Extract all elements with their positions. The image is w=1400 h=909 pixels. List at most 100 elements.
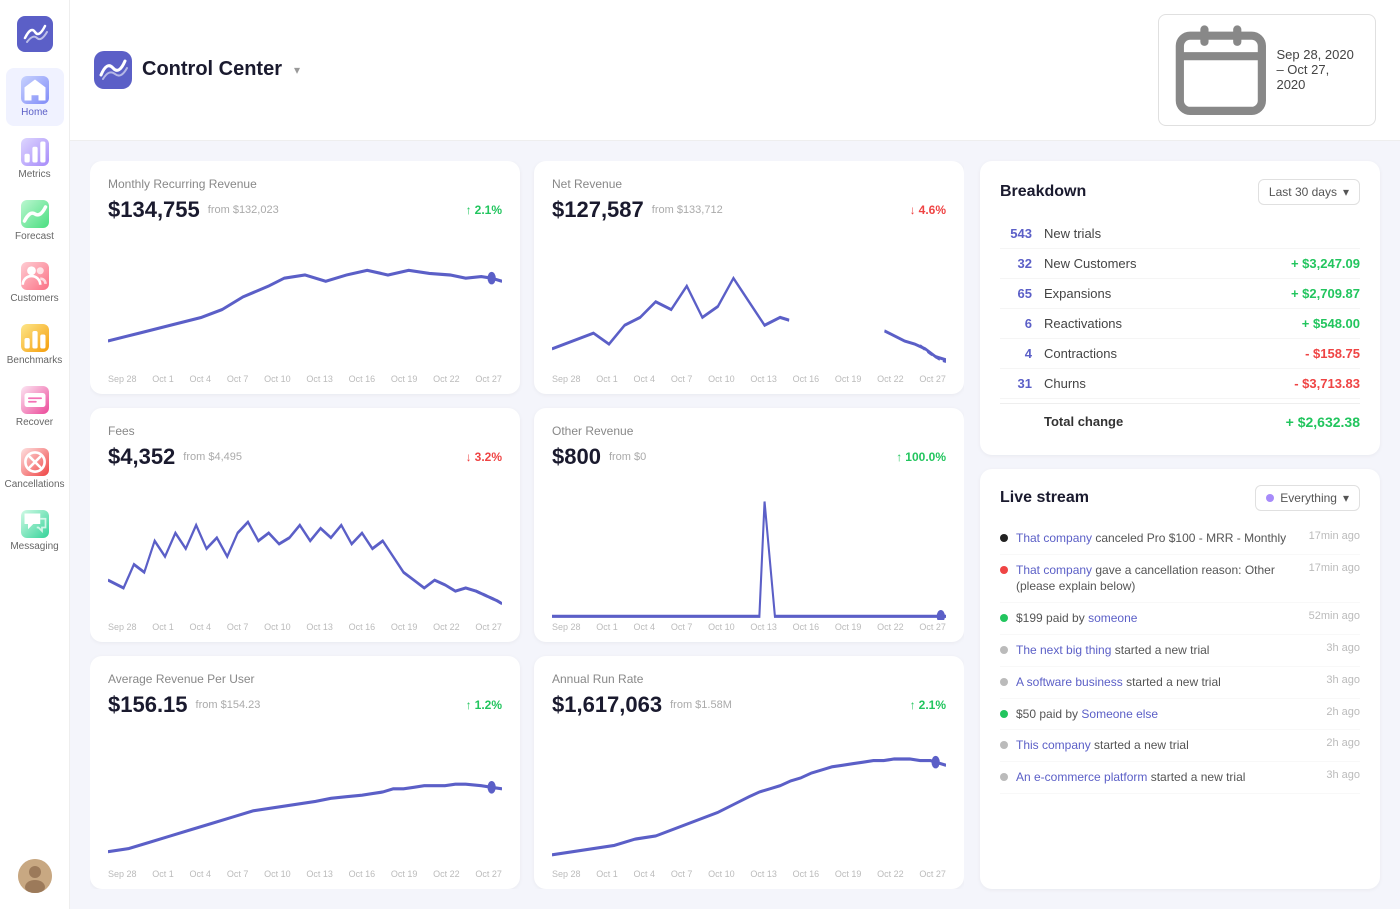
sidebar-item-customers-label: Customers [10, 293, 58, 304]
app-logo[interactable] [17, 16, 53, 52]
stream-text: An e-commerce platform started a new tri… [1016, 769, 1318, 786]
list-item: An e-commerce platform started a new tri… [1000, 762, 1360, 794]
arpu-badge: ↑ 1.2% [466, 698, 502, 712]
stream-text: A software business started a new trial [1016, 674, 1318, 691]
arpu-up-arrow-icon: ↑ [466, 698, 472, 712]
header-left: Control Center ▾ [94, 51, 300, 89]
list-item: A software business started a new trial … [1000, 667, 1360, 699]
stream-dot-icon [1000, 773, 1008, 781]
list-item: This company started a new trial 2h ago [1000, 730, 1360, 762]
net-revenue-value-row: $127,587 from $133,712 ↓ 4.6% [552, 197, 946, 223]
reactivations-label: Reactivations [1044, 316, 1302, 331]
livestream-filter-button[interactable]: Everything ▾ [1255, 485, 1360, 511]
mrr-badge: ↑ 2.1% [466, 203, 502, 217]
mrr-value-row: $134,755 from $132,023 ↑ 2.1% [108, 197, 502, 223]
sidebar-item-metrics[interactable]: Metrics [6, 130, 64, 188]
arpu-card: Average Revenue Per User $156.15 from $1… [90, 656, 520, 889]
livestream-card: Live stream Everything ▾ That company ca… [980, 469, 1380, 889]
arpu-from: from $154.23 [196, 699, 261, 711]
sidebar-item-benchmarks[interactable]: Benchmarks [6, 316, 64, 374]
fees-value-row: $4,352 from $4,495 ↓ 3.2% [108, 444, 502, 470]
fees-down-arrow-icon: ↓ [466, 450, 472, 464]
breakdown-period-select[interactable]: Last 30 days ▾ [1258, 179, 1360, 205]
date-range-text: Sep 28, 2020 – Oct 27, 2020 [1276, 47, 1361, 92]
arr-card: Annual Run Rate $1,617,063 from $1.58M ↑… [534, 656, 964, 889]
arr-dates: Sep 28Oct 1Oct 4Oct 7Oct 10Oct 13Oct 16O… [552, 869, 946, 879]
fees-card: Fees $4,352 from $4,495 ↓ 3.2% [90, 408, 520, 641]
stream-time: 3h ago [1326, 674, 1360, 686]
net-revenue-chart [552, 231, 946, 372]
stream-time: 3h ago [1326, 642, 1360, 654]
net-revenue-value: $127,587 [552, 197, 644, 223]
sidebar-item-home-label: Home [21, 107, 48, 118]
stream-text: This company started a new trial [1016, 737, 1318, 754]
sidebar-item-cancellations[interactable]: Cancellations [6, 440, 64, 498]
arpu-value: $156.15 [108, 692, 188, 718]
churns-count: 31 [1000, 376, 1032, 391]
other-revenue-from: from $0 [609, 451, 646, 463]
other-revenue-card: Other Revenue $800 from $0 ↑ 100.0% [534, 408, 964, 641]
breakdown-row-expansions: 65 Expansions + $2,709.87 [1000, 279, 1360, 309]
breakdown-row-reactivations: 6 Reactivations + $548.00 [1000, 309, 1360, 339]
sidebar-item-recover-label: Recover [16, 417, 53, 428]
stream-dot-icon [1000, 710, 1008, 718]
header-logo [94, 51, 132, 89]
sidebar-item-forecast[interactable]: Forecast [6, 192, 64, 250]
net-revenue-dates: Sep 28Oct 1Oct 4Oct 7Oct 10Oct 13Oct 16O… [552, 374, 946, 384]
user-avatar[interactable] [18, 859, 52, 893]
total-amount: + $2,632.38 [1286, 414, 1360, 430]
livestream-header: Live stream Everything ▾ [1000, 485, 1360, 511]
arr-from: from $1.58M [670, 699, 732, 711]
mrr-title: Monthly Recurring Revenue [108, 177, 502, 191]
net-revenue-from: from $133,712 [652, 204, 723, 216]
benchmarks-icon [21, 324, 49, 352]
sidebar-item-messaging[interactable]: Messaging [6, 502, 64, 560]
breakdown-header: Breakdown Last 30 days ▾ [1000, 179, 1360, 205]
title-chevron-icon[interactable]: ▾ [294, 63, 300, 77]
mrr-card: Monthly Recurring Revenue $134,755 from … [90, 161, 520, 394]
arr-value: $1,617,063 [552, 692, 662, 718]
stream-time: 17min ago [1309, 562, 1360, 574]
up-arrow-icon: ↑ [466, 203, 472, 217]
churns-label: Churns [1044, 376, 1294, 391]
stream-text: The next big thing started a new trial [1016, 642, 1318, 659]
trials-label: New trials [1044, 226, 1360, 241]
stream-text: $199 paid by someone [1016, 610, 1301, 627]
sidebar-item-customers[interactable]: Customers [6, 254, 64, 312]
arpu-value-row: $156.15 from $154.23 ↑ 1.2% [108, 692, 502, 718]
header: Control Center ▾ Sep 28, 2020 – Oct 27, … [70, 0, 1400, 141]
other-revenue-dates: Sep 28Oct 1Oct 4Oct 7Oct 10Oct 13Oct 16O… [552, 622, 946, 632]
sidebar: Home Metrics Forecast Customers [0, 0, 70, 909]
date-range-button[interactable]: Sep 28, 2020 – Oct 27, 2020 [1158, 14, 1376, 126]
other-revenue-value-row: $800 from $0 ↑ 100.0% [552, 444, 946, 470]
list-item: $50 paid by Someone else 2h ago [1000, 699, 1360, 731]
stream-dot-icon [1000, 741, 1008, 749]
reactivations-amount: + $548.00 [1302, 316, 1360, 331]
list-item: That company gave a cancellation reason:… [1000, 555, 1360, 604]
arpu-title: Average Revenue Per User [108, 672, 502, 686]
fees-badge: ↓ 3.2% [466, 450, 502, 464]
contractions-count: 4 [1000, 346, 1032, 361]
arr-value-row: $1,617,063 from $1.58M ↑ 2.1% [552, 692, 946, 718]
breakdown-title: Breakdown [1000, 183, 1086, 201]
messaging-icon [21, 510, 49, 538]
mrr-value: $134,755 [108, 197, 200, 223]
sidebar-item-home[interactable]: Home [6, 68, 64, 126]
breakdown-total-row: Total change + $2,632.38 [1000, 403, 1360, 437]
expansions-count: 65 [1000, 286, 1032, 301]
livestream-filter-label: Everything [1280, 491, 1337, 505]
stream-text: $50 paid by Someone else [1016, 706, 1318, 723]
sidebar-item-recover[interactable]: Recover [6, 378, 64, 436]
stream-time: 2h ago [1326, 706, 1360, 718]
breakdown-card: Breakdown Last 30 days ▾ 543 New trials … [980, 161, 1380, 455]
forecast-icon [21, 200, 49, 228]
stream-dot-icon [1000, 614, 1008, 622]
list-item: The next big thing started a new trial 3… [1000, 635, 1360, 667]
sidebar-item-messaging-label: Messaging [10, 541, 58, 552]
arr-up-arrow-icon: ↑ [910, 698, 916, 712]
expansions-label: Expansions [1044, 286, 1291, 301]
other-revenue-value: $800 [552, 444, 601, 470]
dashboard-body: Monthly Recurring Revenue $134,755 from … [70, 141, 1400, 909]
metrics-icon [21, 138, 49, 166]
customers-count: 32 [1000, 256, 1032, 271]
